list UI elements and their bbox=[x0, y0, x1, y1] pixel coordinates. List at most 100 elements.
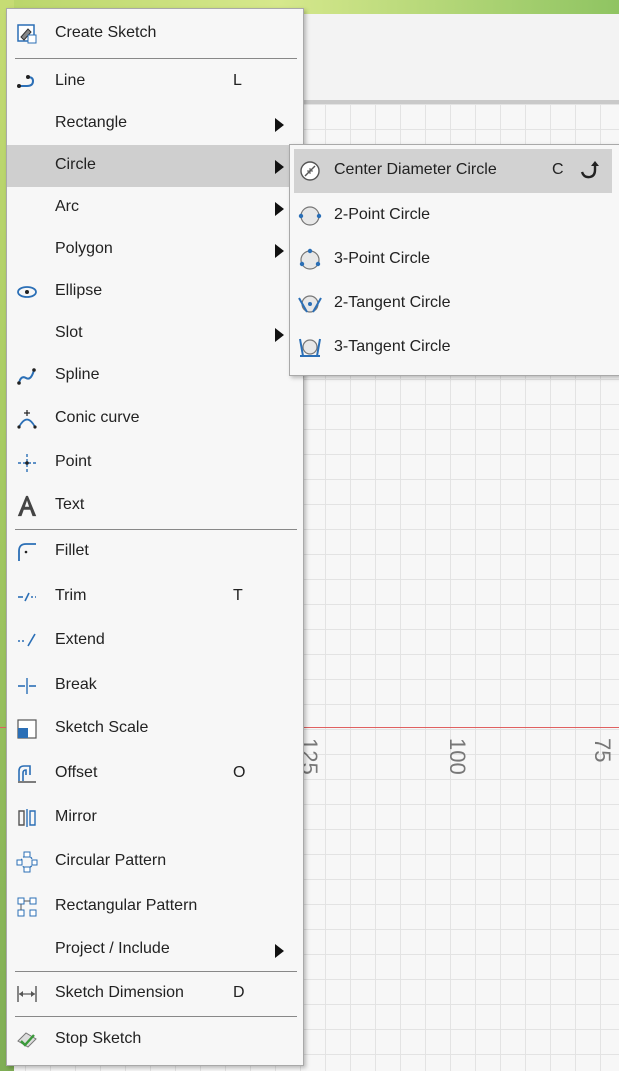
submenu-item-2-tangent-circle[interactable]: 2-Tangent Circle bbox=[290, 282, 619, 326]
menu-item-conic-curve[interactable]: Conic curve bbox=[7, 398, 303, 440]
menu-item-spline[interactable]: Spline bbox=[7, 355, 303, 397]
menu-item-slot[interactable]: Slot bbox=[7, 313, 303, 355]
menu-item-label: Line bbox=[55, 72, 86, 89]
sketch-scale-icon bbox=[15, 717, 39, 741]
submenu-arrow-icon bbox=[275, 244, 284, 258]
menu-item-label: Point bbox=[55, 453, 92, 470]
menu-item-sketch-scale[interactable]: Sketch Scale bbox=[7, 708, 303, 750]
rectangular-pattern-icon bbox=[15, 895, 39, 919]
shortcut-label: D bbox=[233, 984, 245, 1001]
three-tangent-circle-icon bbox=[298, 336, 322, 360]
submenu-item-label: 2-Point Circle bbox=[334, 206, 431, 223]
offset-icon bbox=[15, 762, 39, 786]
menu-item-arc[interactable]: Arc bbox=[7, 187, 303, 229]
submenu-arrow-icon bbox=[275, 202, 284, 216]
menu-separator bbox=[15, 971, 297, 972]
sketch-dimension-icon bbox=[15, 982, 39, 1006]
submenu-item-label: 3-Point Circle bbox=[334, 250, 431, 267]
ellipse-icon bbox=[15, 280, 39, 304]
submenu-item-2-point-circle[interactable]: 2-Point Circle bbox=[290, 194, 619, 238]
menu-item-label: Circular Pattern bbox=[55, 852, 167, 869]
submenu-item-3-point-circle[interactable]: 3-Point Circle bbox=[290, 238, 619, 282]
menu-item-label: Offset bbox=[55, 764, 98, 781]
menu-item-stop-sketch[interactable]: Stop Sketch bbox=[7, 1019, 303, 1061]
menu-item-project-include[interactable]: Project / Include bbox=[7, 929, 303, 971]
menu-item-circle[interactable]: Circle bbox=[7, 145, 303, 187]
menu-item-label: Arc bbox=[55, 198, 79, 215]
submenu-item-3-tangent-circle[interactable]: 3-Tangent Circle bbox=[290, 326, 619, 370]
menu-item-label: Extend bbox=[55, 631, 105, 648]
line-icon bbox=[15, 70, 39, 94]
circle-submenu: Center Diameter Circle C 2-Point Circle … bbox=[289, 144, 619, 376]
ruler-label-75: 75 bbox=[590, 738, 615, 763]
menu-item-label: Trim bbox=[55, 587, 87, 604]
menu-item-text[interactable]: Text bbox=[7, 485, 303, 527]
menu-item-label: Rectangular Pattern bbox=[55, 897, 198, 914]
menu-item-label: Slot bbox=[55, 324, 83, 341]
circular-pattern-icon bbox=[15, 850, 39, 874]
trim-icon bbox=[15, 585, 39, 609]
menu-item-label: Stop Sketch bbox=[55, 1030, 142, 1047]
menu-item-label: Break bbox=[55, 676, 97, 693]
create-sketch-icon bbox=[15, 22, 39, 46]
submenu-item-center-diameter-circle[interactable]: Center Diameter Circle C bbox=[294, 149, 612, 193]
two-point-circle-icon bbox=[298, 204, 322, 228]
ruler-label-100: 100 bbox=[445, 738, 470, 775]
break-icon bbox=[15, 674, 39, 698]
submenu-arrow-icon bbox=[275, 328, 284, 342]
menu-item-label: Create Sketch bbox=[55, 24, 157, 41]
menu-item-rectangular-pattern[interactable]: Rectangular Pattern bbox=[7, 886, 303, 928]
two-tangent-circle-icon bbox=[298, 292, 322, 316]
menu-item-circular-pattern[interactable]: Circular Pattern bbox=[7, 841, 303, 883]
menu-item-trim[interactable]: Trim T bbox=[7, 576, 303, 618]
submenu-item-label: 3-Tangent Circle bbox=[334, 338, 451, 355]
sketch-context-menu: Create Sketch Line L Rectangle Circle Ar… bbox=[6, 8, 304, 1066]
menu-item-label: Circle bbox=[55, 156, 96, 173]
point-icon bbox=[15, 451, 39, 475]
menu-item-label: Sketch Dimension bbox=[55, 984, 184, 1001]
menu-item-label: Polygon bbox=[55, 240, 113, 257]
menu-item-label: Conic curve bbox=[55, 409, 140, 426]
menu-item-label: Project / Include bbox=[55, 940, 170, 957]
menu-item-extend[interactable]: Extend bbox=[7, 620, 303, 662]
menu-item-label: Spline bbox=[55, 366, 100, 383]
menu-item-label: Fillet bbox=[55, 542, 89, 559]
menu-item-fillet[interactable]: Fillet bbox=[7, 531, 303, 573]
menu-item-rectangle[interactable]: Rectangle bbox=[7, 103, 303, 145]
menu-item-sketch-dimension[interactable]: Sketch Dimension D bbox=[7, 973, 303, 1015]
menu-item-label: Rectangle bbox=[55, 114, 128, 131]
shortcut-label: C bbox=[552, 161, 564, 178]
text-icon bbox=[15, 494, 39, 518]
extend-icon bbox=[15, 629, 39, 653]
menu-item-line[interactable]: Line L bbox=[7, 61, 303, 103]
submenu-arrow-icon bbox=[275, 118, 284, 132]
menu-separator bbox=[15, 1016, 297, 1017]
fillet-icon bbox=[15, 540, 39, 564]
menu-item-point[interactable]: Point bbox=[7, 442, 303, 484]
menu-item-mirror[interactable]: Mirror bbox=[7, 797, 303, 839]
stop-sketch-icon bbox=[15, 1028, 39, 1052]
center-diameter-circle-icon bbox=[298, 159, 322, 183]
submenu-item-label: Center Diameter Circle bbox=[334, 161, 497, 178]
spline-icon bbox=[15, 364, 39, 388]
menu-item-polygon[interactable]: Polygon bbox=[7, 229, 303, 271]
submenu-arrow-icon bbox=[275, 944, 284, 958]
conic-curve-icon bbox=[15, 407, 39, 431]
mirror-icon bbox=[15, 806, 39, 830]
menu-item-create-sketch[interactable]: Create Sketch bbox=[7, 13, 303, 55]
menu-item-label: Mirror bbox=[55, 808, 97, 825]
pin-hook-icon[interactable] bbox=[578, 159, 600, 186]
shortcut-label: T bbox=[233, 587, 243, 604]
menu-item-break[interactable]: Break bbox=[7, 665, 303, 707]
menu-item-offset[interactable]: Offset O bbox=[7, 753, 303, 795]
shortcut-label: L bbox=[233, 72, 242, 89]
menu-item-label: Ellipse bbox=[55, 282, 103, 299]
submenu-arrow-icon bbox=[275, 160, 284, 174]
submenu-item-label: 2-Tangent Circle bbox=[334, 294, 451, 311]
menu-item-label: Text bbox=[55, 496, 85, 513]
menu-item-ellipse[interactable]: Ellipse bbox=[7, 271, 303, 313]
three-point-circle-icon bbox=[298, 248, 322, 272]
shortcut-label: O bbox=[233, 764, 246, 781]
menu-separator bbox=[15, 58, 297, 59]
menu-separator bbox=[15, 529, 297, 530]
